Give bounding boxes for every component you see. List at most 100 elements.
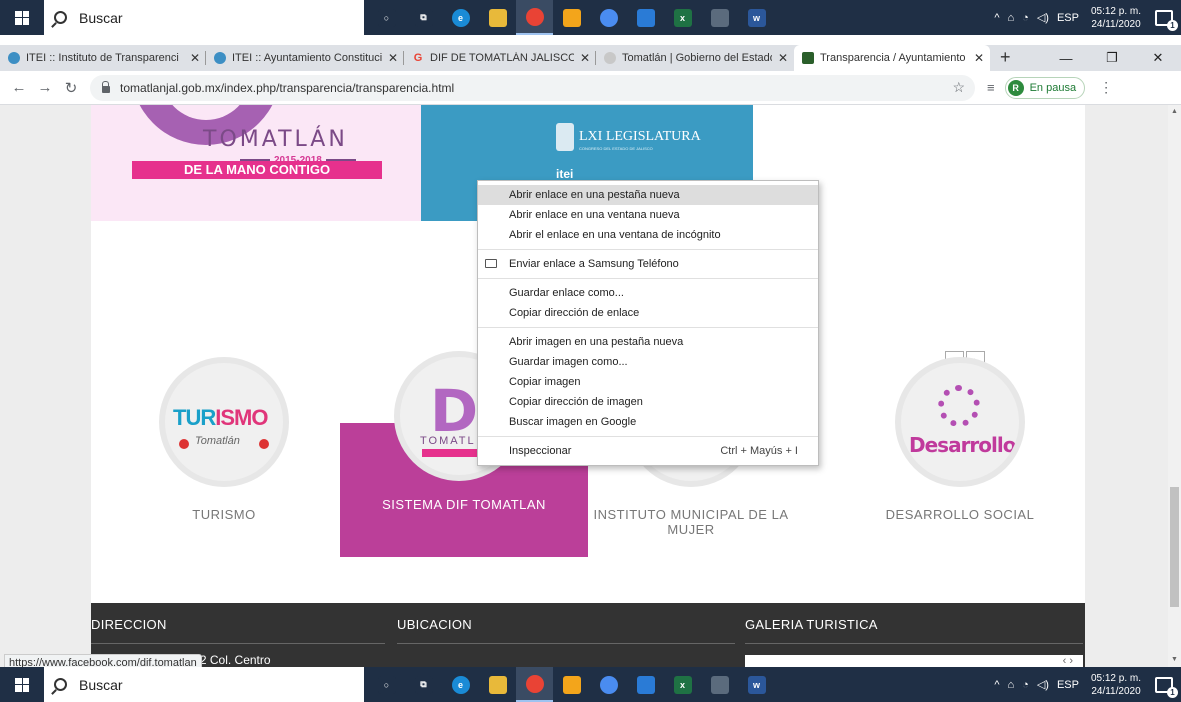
desarrollo-logo-text: Desarrollo [909, 433, 1016, 457]
taskbar-app-mail[interactable] [627, 667, 664, 702]
taskbar-app-cortana[interactable]: ○ [368, 0, 405, 35]
language-indicator[interactable]: ESP [1057, 12, 1079, 24]
file-explorer-icon [488, 8, 507, 27]
tab-favicon [802, 52, 814, 64]
menu-dots-icon[interactable]: ⋮ [1099, 79, 1113, 96]
gallery-nav[interactable]: ‹ › [1063, 655, 1073, 667]
taskbar-app-edge[interactable]: e [442, 0, 479, 35]
footer: DIRECCION UBICACION GALERIA TURISTICA pa… [91, 603, 1085, 667]
tab-strip: ITEI :: Instituto de Transparenci ✕ ITEI… [0, 45, 1181, 71]
profile-button[interactable]: R En pausa [1004, 76, 1086, 99]
taskbar-app-task-view[interactable]: ⧉ [405, 667, 442, 702]
taskbar-app-excel[interactable]: x [664, 0, 701, 35]
context-menu-item[interactable]: Copiar dirección de imagen [478, 392, 818, 412]
tab-dif-google[interactable]: G DIF DE TOMATLÁN JALISCO AD ✕ [404, 45, 596, 71]
taskbar-app-file-explorer[interactable] [479, 667, 516, 702]
context-menu-item[interactable]: Abrir el enlace en una ventana de incógn… [478, 225, 818, 245]
network-icon[interactable]: ⌂ [1008, 12, 1015, 24]
taskbar-app-chrome-2[interactable] [590, 0, 627, 35]
card-caption: DESARROLLO SOCIAL [885, 507, 1035, 522]
taskbar-app-task-view[interactable]: ⧉ [405, 0, 442, 35]
card-desarrollo[interactable]: Desarrollo DESARROLLO SOCIAL [860, 357, 1060, 522]
context-menu-item[interactable]: Buscar imagen en Google [478, 412, 818, 432]
chevron-up-icon[interactable]: ^ [994, 12, 999, 24]
taskbar-search-box[interactable]: Buscar [44, 0, 364, 35]
taskbar-app-chrome-2[interactable] [590, 667, 627, 702]
volume-icon[interactable]: ◁) [1037, 11, 1049, 24]
footer-heading-direccion: DIRECCION [91, 617, 167, 632]
tab-itei-instituto[interactable]: ITEI :: Instituto de Transparenci ✕ [0, 45, 206, 71]
minimize-icon[interactable]: — [1043, 51, 1089, 66]
taskbar-app-cortana[interactable]: ○ [368, 667, 405, 702]
volume-icon[interactable]: ◁) [1037, 678, 1049, 691]
vertical-scrollbar[interactable]: ▲ ▼ [1168, 105, 1181, 667]
taskbar-app-file-explorer[interactable] [479, 0, 516, 35]
taskbar-app-calculator[interactable] [701, 0, 738, 35]
context-menu-item[interactable]: Guardar enlace como... [478, 283, 818, 303]
context-menu-item[interactable]: Copiar dirección de enlace [478, 303, 818, 323]
close-tab-icon[interactable]: ✕ [580, 51, 590, 65]
card-turismo[interactable]: TURISMO Tomatlán TURISMO [124, 357, 324, 522]
reload-icon[interactable]: ↻ [58, 79, 84, 97]
taskbar-app-word[interactable]: w [738, 667, 775, 702]
clock-time: 05:12 p. m. [1090, 5, 1141, 17]
close-tab-icon[interactable]: ✕ [190, 51, 200, 65]
scroll-up-icon[interactable]: ▲ [1168, 105, 1181, 119]
taskbar-app-edge[interactable]: e [442, 667, 479, 702]
new-tab-button[interactable]: + [1000, 45, 1011, 71]
context-menu-label: Buscar imagen en Google [509, 416, 637, 428]
language-indicator[interactable]: ESP [1057, 679, 1079, 691]
tab-tomatlan-gobierno[interactable]: Tomatlán | Gobierno del Estado ✕ [596, 45, 794, 71]
taskbar-app-word[interactable]: w [738, 0, 775, 35]
dif-banner[interactable]: TOMATLÁN 2015-2018 DE LA MANO CONTIGO [91, 105, 421, 221]
network-icon[interactable]: ⌂ [1008, 679, 1015, 691]
taskbar-app-mail[interactable] [627, 0, 664, 35]
clock-date: 24/11/2020 [1091, 685, 1141, 697]
notification-icon[interactable] [1155, 676, 1178, 698]
close-tab-icon[interactable]: ✕ [388, 51, 398, 65]
taskbar-app-store[interactable] [553, 667, 590, 702]
clock[interactable]: 05:12 p. m. 24/11/2020 [1091, 672, 1141, 698]
context-menu-label: Abrir enlace en una pestaña nueva [509, 189, 680, 201]
status-bar-url: https://www.facebook.com/dif.tomatlan [4, 654, 202, 667]
context-menu-item[interactable]: Abrir enlace en una ventana nueva [478, 205, 818, 225]
back-arrow-icon[interactable]: ← [6, 79, 32, 96]
taskbar-app-store[interactable] [553, 0, 590, 35]
flower-icon [259, 439, 269, 449]
forward-arrow-icon[interactable]: → [32, 79, 58, 96]
wifi-icon[interactable]: ◔ [1022, 679, 1029, 691]
scroll-down-icon[interactable]: ▼ [1168, 653, 1181, 667]
tab-itei-ayuntamiento[interactable]: ITEI :: Ayuntamiento Constitucio ✕ [206, 45, 404, 71]
taskbar-app-chrome[interactable] [516, 0, 553, 35]
context-menu-item[interactable]: Copiar imagen [478, 372, 818, 392]
bookmark-star-icon[interactable]: ☆ [952, 79, 965, 96]
tab-transparencia[interactable]: Transparencia / Ayuntamiento ✕ [794, 45, 990, 71]
taskbar-app-excel[interactable]: x [664, 667, 701, 702]
start-button[interactable] [0, 667, 44, 702]
context-menu-item[interactable]: Enviar enlace a Samsung Teléfono [478, 254, 818, 274]
clock[interactable]: 05:12 p. m. 24/11/2020 [1091, 5, 1141, 31]
context-menu-item[interactable]: Abrir imagen en una pestaña nueva [478, 332, 818, 352]
context-menu-label: Abrir imagen en una pestaña nueva [509, 336, 684, 348]
notification-icon[interactable] [1155, 9, 1178, 31]
close-tab-icon[interactable]: ✕ [974, 51, 984, 65]
search-icon [54, 678, 67, 691]
close-tab-icon[interactable]: ✕ [778, 51, 788, 65]
close-window-icon[interactable]: ✕ [1135, 50, 1181, 66]
taskbar-search-box[interactable]: Buscar [44, 667, 364, 702]
tab-favicon [604, 52, 616, 64]
wifi-icon[interactable]: ◔ [1022, 12, 1029, 24]
address-bar[interactable]: tomatlanjal.gob.mx/index.php/transparenc… [90, 74, 975, 101]
context-menu-item[interactable]: Guardar imagen como... [478, 352, 818, 372]
lock-icon [102, 80, 110, 93]
context-menu-item[interactable]: Abrir enlace en una pestaña nueva [478, 185, 818, 205]
taskbar-app-chrome[interactable] [516, 667, 553, 702]
start-button[interactable] [0, 0, 44, 35]
chevron-up-icon[interactable]: ^ [994, 679, 999, 691]
chrome-2-icon [599, 675, 618, 694]
scrollbar-thumb[interactable] [1170, 487, 1179, 607]
context-menu-item[interactable]: Inspeccionar Ctrl + Mayús + I [478, 441, 818, 461]
restore-icon[interactable]: ❐ [1089, 50, 1135, 66]
reading-list-icon[interactable]: ≡ [987, 80, 995, 95]
taskbar-app-calculator[interactable] [701, 667, 738, 702]
